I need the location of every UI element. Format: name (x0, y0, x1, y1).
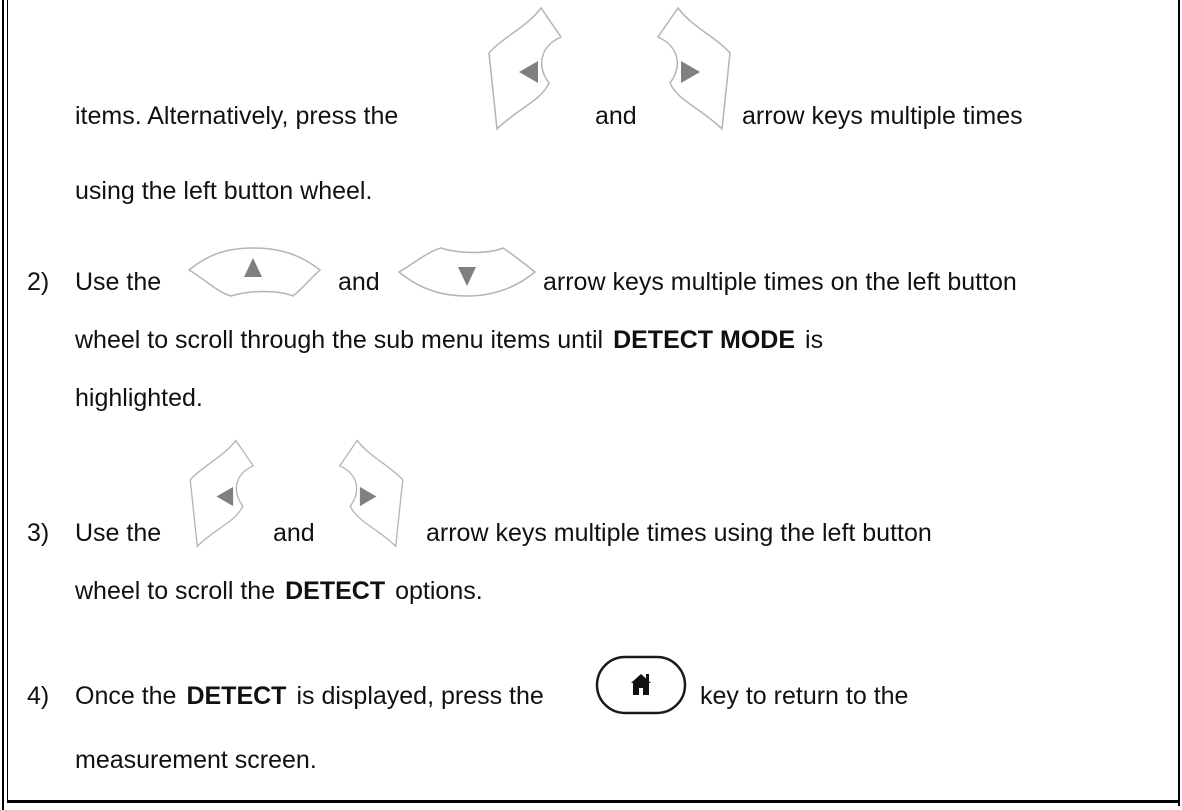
intro-line1-pre: items. Alternatively, press the (75, 102, 399, 130)
step-4-line1-post: key to return to the (700, 682, 909, 710)
step-2-line1-pre: Use the (75, 268, 162, 296)
right-arrow-key-icon (656, 5, 736, 131)
page-frame-left-outer (2, 0, 4, 810)
step-2-line2-pre: wheel to scroll through the sub menu ite… (75, 326, 604, 354)
intro-line2: using the left button wheel. (75, 177, 373, 205)
step-3-line1-post: arrow keys multiple times using the left… (426, 519, 932, 547)
step-2-line1-post: arrow keys multiple times on the left bu… (543, 268, 1017, 296)
page-frame-right (1178, 0, 1180, 806)
step-4-line2: measurement screen. (75, 746, 317, 774)
step-3-line1-pre: Use the (75, 519, 162, 547)
step-2-number: 2) (27, 268, 50, 296)
step-2-line2-post: is (805, 326, 824, 354)
step-3-line2: wheel to scroll the DETECT options. (75, 576, 483, 606)
step-4-number: 4) (27, 682, 50, 710)
step-3-line2-post: options. (395, 577, 483, 605)
home-key-icon (595, 654, 687, 716)
step-4-line1-mid: is displayed, press the (296, 682, 544, 710)
intro-and-1: and (595, 102, 637, 130)
step-4-line1-pre: Once the (75, 682, 177, 710)
step-2-line3: highlighted. (75, 384, 203, 412)
detect-label: DETECT (186, 682, 287, 710)
step-3-line2-pre: wheel to scroll the (75, 577, 276, 605)
step-2-line2: wheel to scroll through the sub menu ite… (75, 325, 823, 355)
step-2-and: and (338, 268, 380, 296)
page-frame-bottom (7, 800, 1180, 803)
detect-label: DETECT (285, 577, 386, 605)
left-arrow-key-icon (185, 430, 255, 555)
right-arrow-key-icon (338, 430, 408, 555)
intro-line1-post: arrow keys multiple times (742, 102, 1023, 130)
left-arrow-key-icon (483, 5, 563, 131)
up-arrow-key-icon (187, 246, 322, 298)
step-4-line1: Once the DETECT is displayed, press the (75, 681, 544, 711)
page-frame-left-inner (7, 0, 8, 802)
step-3-and: and (273, 519, 315, 547)
down-arrow-key-icon (397, 246, 537, 298)
step-3-number: 3) (27, 519, 50, 547)
detect-mode-label: DETECT MODE (613, 326, 796, 354)
